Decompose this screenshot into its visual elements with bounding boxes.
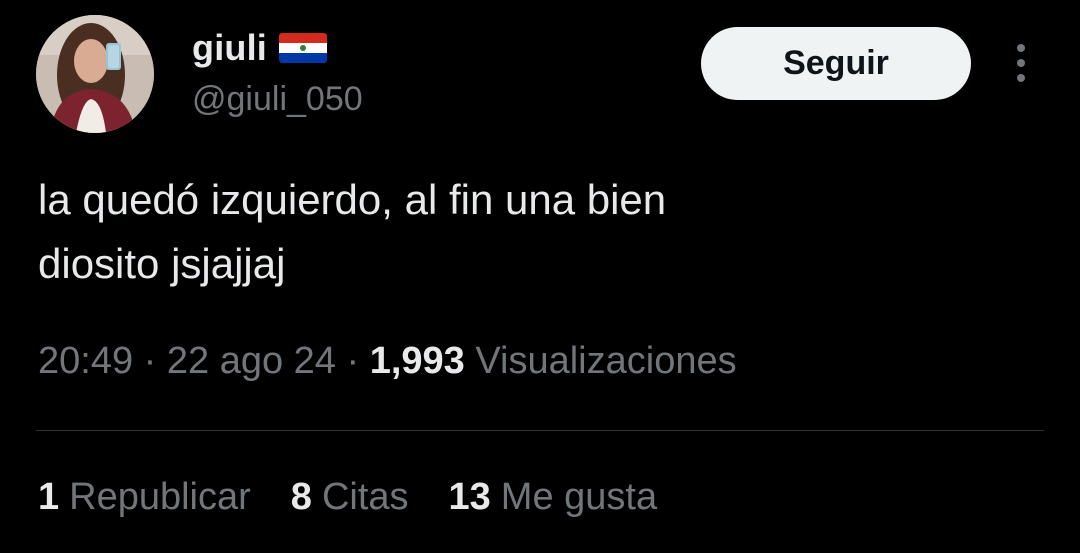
- stat-label: Republicar: [69, 476, 251, 518]
- more-dot: [1017, 59, 1025, 67]
- author-name-row[interactable]: giuli: [192, 26, 327, 70]
- follow-button[interactable]: Seguir: [701, 27, 971, 100]
- meta-separator: ·: [346, 340, 360, 382]
- stat-label: Me gusta: [500, 476, 658, 518]
- tweet-text-line: la quedó izquierdo, al fin una bien: [38, 176, 667, 223]
- stat-reposts[interactable]: 1 Republicar: [38, 476, 251, 519]
- divider: [36, 430, 1044, 431]
- meta-separator: ·: [143, 340, 157, 382]
- avatar[interactable]: [36, 15, 154, 133]
- views-count: 1,993: [369, 340, 465, 382]
- tweet-text: la quedó izquierdo, al fin una bien dios…: [38, 168, 1038, 296]
- stat-quotes[interactable]: 8 Citas: [291, 476, 409, 519]
- paraguay-flag-icon: [279, 33, 327, 63]
- views-label: Visualizaciones: [475, 340, 737, 382]
- profile-photo-avatar: [36, 15, 154, 133]
- more-dot: [1017, 74, 1025, 82]
- more-dot: [1017, 44, 1025, 52]
- stat-likes[interactable]: 13 Me gusta: [449, 476, 658, 519]
- stat-count: 8: [290, 476, 312, 518]
- more-vertical-icon[interactable]: [1006, 40, 1036, 86]
- tweet-date[interactable]: 22 ago 24: [167, 340, 336, 382]
- stat-label: Citas: [321, 476, 409, 518]
- tweet-text-line: diosito jsjajjaj: [38, 240, 286, 287]
- stat-count: 13: [448, 476, 491, 518]
- tweet-meta: 20:49 · 22 ago 24 · 1,993 Visualizacione…: [38, 340, 737, 383]
- stat-count: 1: [38, 476, 60, 518]
- tweet-stats: 1 Republicar 8 Citas 13 Me gusta: [38, 476, 657, 519]
- tweet-time[interactable]: 20:49: [38, 340, 133, 382]
- display-name[interactable]: giuli: [192, 27, 267, 69]
- user-handle[interactable]: @giuli_050: [192, 80, 363, 119]
